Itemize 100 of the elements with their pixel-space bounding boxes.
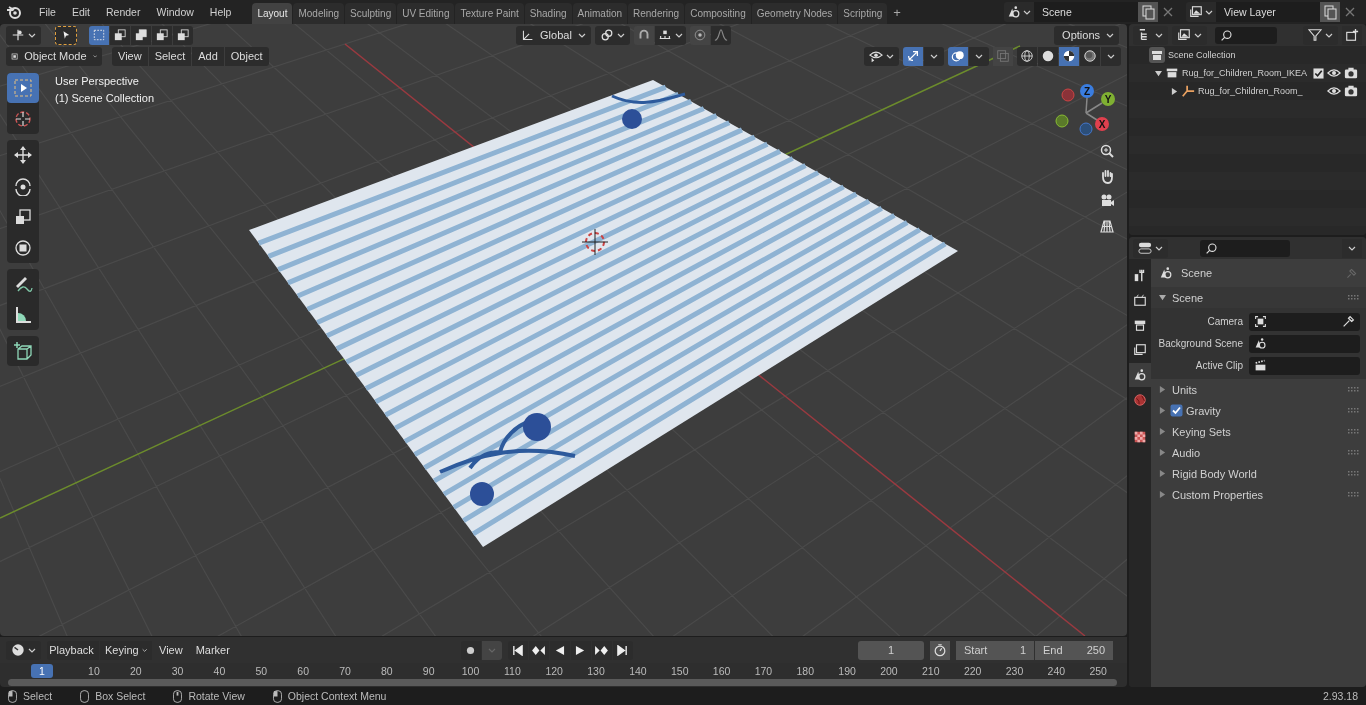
selection-mode-button[interactable] xyxy=(152,25,172,45)
xray-toggle-button[interactable] xyxy=(993,46,1013,66)
jump-end-button[interactable] xyxy=(612,640,633,660)
shading-mode-button[interactable] xyxy=(1059,46,1079,66)
overlays-toggle-button[interactable] xyxy=(948,46,968,66)
timeline-menu[interactable]: Playback xyxy=(47,640,99,660)
selection-mode-button[interactable] xyxy=(173,25,193,45)
current-frame-field[interactable]: 1 xyxy=(858,640,924,660)
panel-title[interactable]: Units xyxy=(1172,383,1198,396)
view-layer-filter-dropdown[interactable] xyxy=(1172,25,1207,45)
selection-mode-button[interactable] xyxy=(110,25,130,45)
workspace-tab[interactable]: UV Editing xyxy=(397,3,455,24)
panel-title[interactable]: Scene xyxy=(1172,291,1204,304)
duplicate-icon[interactable] xyxy=(1320,2,1340,22)
workspace-tab[interactable]: Sculpting xyxy=(345,3,397,24)
workspace-tab[interactable]: Compositing xyxy=(685,3,751,24)
viewport-menu[interactable]: View xyxy=(112,46,148,66)
timeline-menu[interactable]: Keying xyxy=(100,640,152,660)
view-layer-dropdown[interactable] xyxy=(1186,2,1216,22)
play-button[interactable] xyxy=(570,640,591,660)
drag-handle-icon[interactable] xyxy=(1348,294,1360,301)
axis-handle[interactable]: Z xyxy=(1080,84,1094,98)
eyedropper-icon[interactable] xyxy=(1342,315,1355,328)
shading-mode-button[interactable] xyxy=(1017,46,1037,66)
disclosure-triangle-icon[interactable] xyxy=(1155,69,1162,77)
drag-handle-icon[interactable] xyxy=(1348,491,1360,498)
panel-title[interactable]: Audio xyxy=(1172,446,1201,459)
zoom-icon[interactable] xyxy=(1099,143,1115,159)
axis-handle[interactable]: Y xyxy=(1101,92,1115,106)
checkbox[interactable] xyxy=(1170,404,1183,417)
viewport-menu[interactable]: Add xyxy=(192,46,224,66)
pivot-point-dropdown[interactable] xyxy=(595,25,631,45)
tool-button[interactable] xyxy=(7,73,39,103)
workspace-tab[interactable]: Rendering xyxy=(628,3,685,24)
grid-icon[interactable] xyxy=(1099,218,1115,234)
selection-mode-button[interactable] xyxy=(131,25,151,45)
disclosure-triangle-icon[interactable] xyxy=(1171,87,1178,95)
outliner-item[interactable]: Rug_for_Children_Room_IKEA xyxy=(1182,68,1308,78)
datablock-field[interactable] xyxy=(1249,312,1360,331)
next-keyframe-button[interactable] xyxy=(591,640,612,660)
timeline-scrollbar[interactable] xyxy=(8,679,1117,686)
workspace-tab[interactable]: Animation xyxy=(572,3,627,24)
editor-type-dropdown[interactable] xyxy=(6,640,41,660)
previous-keyframe-button[interactable] xyxy=(528,640,549,660)
falloff-dropdown[interactable] xyxy=(711,25,732,45)
workspace-tab[interactable]: Geometry Nodes xyxy=(751,3,838,24)
datablock-field[interactable] xyxy=(1249,334,1360,353)
camera-icon[interactable] xyxy=(1099,193,1115,209)
selection-mode-button[interactable] xyxy=(89,25,109,45)
panel-title[interactable]: Custom Properties xyxy=(1172,488,1264,501)
viewport-menu[interactable]: Select xyxy=(148,46,192,66)
outliner-item[interactable]: Rug_for_Children_Room_ xyxy=(1198,86,1303,96)
eye-icon[interactable] xyxy=(1327,66,1342,80)
panel-title[interactable]: Gravity xyxy=(1186,404,1221,417)
properties-search-field[interactable] xyxy=(1200,239,1290,257)
menu-item[interactable]: Window xyxy=(149,3,201,21)
menu-item[interactable]: Render xyxy=(99,3,148,21)
filter-dropdown[interactable] xyxy=(1303,25,1338,45)
outliner-item[interactable]: Scene Collection xyxy=(1168,50,1236,60)
playhead-frame-indicator[interactable]: 1 xyxy=(31,664,53,678)
camera-icon[interactable] xyxy=(1344,84,1358,98)
panel-title[interactable]: Keying Sets xyxy=(1172,425,1231,438)
drag-handle-icon[interactable] xyxy=(1348,386,1360,393)
panel-title[interactable]: Rigid Body World xyxy=(1172,467,1257,480)
jump-start-button[interactable] xyxy=(507,640,528,660)
axis-dot[interactable] xyxy=(1079,122,1093,136)
eye-icon[interactable] xyxy=(1327,84,1341,98)
axis-dot[interactable] xyxy=(1061,88,1075,102)
transform-pivot-dropdown[interactable] xyxy=(6,25,41,45)
menu-item[interactable]: Help xyxy=(202,3,239,21)
workspace-tab[interactable]: Layout xyxy=(252,3,293,24)
editor-type-dropdown[interactable] xyxy=(1133,238,1168,258)
new-collection-button[interactable] xyxy=(1342,25,1362,45)
transform-orientation-dropdown[interactable]: Global xyxy=(516,25,592,45)
disclosure-triangle-icon[interactable] xyxy=(1159,294,1166,301)
checkbox[interactable] xyxy=(1313,67,1325,79)
workspace-tab[interactable]: Shading xyxy=(524,3,572,24)
drag-handle-icon[interactable] xyxy=(1348,470,1360,477)
datablock-field[interactable] xyxy=(1249,356,1360,375)
workspace-tab[interactable]: Texture Paint xyxy=(455,3,524,24)
visibility-dropdown[interactable] xyxy=(864,46,899,66)
blender-logo-icon[interactable] xyxy=(6,4,22,20)
viewport-menu[interactable]: Object xyxy=(224,46,269,66)
camera-icon[interactable] xyxy=(1344,66,1359,80)
add-workspace-button[interactable]: + xyxy=(888,3,906,24)
shading-mode-button[interactable] xyxy=(1080,46,1100,66)
display-mode-dropdown[interactable] xyxy=(1133,25,1168,45)
options-dropdown[interactable] xyxy=(1342,238,1362,258)
drag-handle-icon[interactable] xyxy=(1348,449,1360,456)
gizmo-toggle-button[interactable] xyxy=(903,46,923,66)
workspace-tab[interactable]: Modeling xyxy=(293,3,345,24)
mode-dropdown[interactable]: Object Mode xyxy=(6,46,102,66)
axis-handle[interactable]: X xyxy=(1095,117,1109,131)
view-layer-name-field[interactable]: View Layer xyxy=(1216,2,1320,22)
menu-item[interactable]: Edit xyxy=(64,3,97,21)
start-frame-field[interactable]: Start 1 xyxy=(956,640,1034,660)
snap-toggle-button[interactable] xyxy=(634,25,655,45)
snap-target-dropdown[interactable] xyxy=(655,25,687,45)
end-frame-field[interactable]: End 250 xyxy=(1035,640,1113,660)
preview-range-button[interactable] xyxy=(930,640,950,660)
